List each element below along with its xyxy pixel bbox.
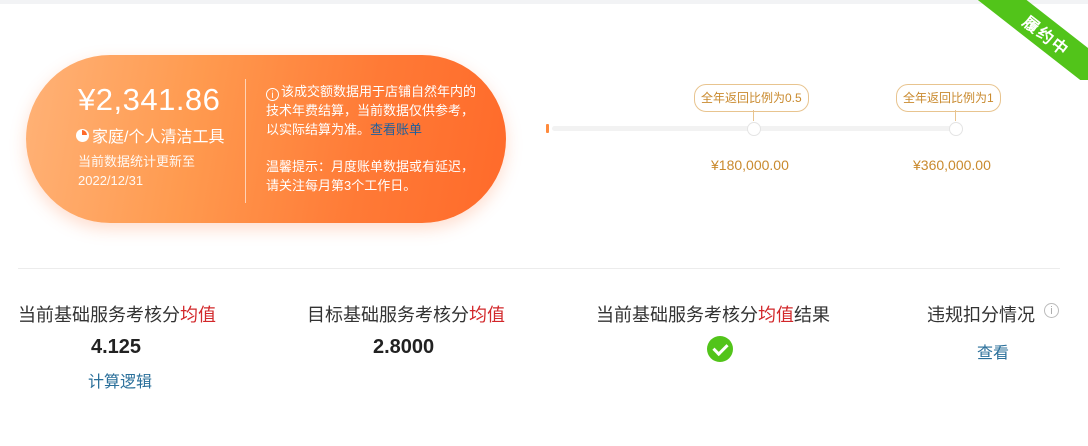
info-icon: i [266, 88, 279, 101]
status-ribbon-label: 履约中 [1018, 13, 1072, 61]
reminder-tip: 温馨提示：月度账单数据或有延迟，请关注每月第3个工作日。 [266, 159, 475, 193]
milestone-node-2 [949, 122, 963, 136]
calculation-logic-link[interactable]: 计算逻辑 [88, 368, 152, 392]
category-text: 家庭/个人清洁工具 [92, 129, 225, 146]
milestone-stem-1 [753, 110, 754, 121]
stat-update-note: 当前数据统计更新至2022/12/31 [78, 154, 196, 188]
avg-result-title: 当前基础服务考核分均值结果 [596, 305, 830, 325]
violation-title: 违规扣分情况 [927, 305, 1035, 325]
top-border [0, 0, 1088, 4]
section-divider [18, 268, 1060, 269]
notice-text: i 该成交额数据用于店铺自然年内的技术年费结算，当前数据仅供参考，以实际结算为准。… [266, 82, 476, 139]
progress-start-marker [546, 124, 549, 133]
milestone-stem-2 [955, 110, 956, 121]
target-avg-value: 2.8000 [373, 336, 435, 358]
milestone-amount-2: ¥360,000.00 [913, 157, 991, 173]
summary-card: ¥2,341.86 家庭/个人清洁工具 当前数据统计更新至2022/12/31 … [26, 55, 506, 223]
view-violation-link[interactable]: 查看 [977, 339, 1009, 363]
milestone-amount-1: ¥180,000.00 [711, 157, 789, 173]
current-avg-value: 4.125 [91, 336, 142, 358]
target-avg-title: 目标基础服务考核分均值 [307, 305, 505, 325]
current-avg-title: 当前基础服务考核分均值 [18, 305, 216, 325]
milestone-tag-2: 全年返回比例为1 [896, 84, 1001, 112]
transaction-amount: ¥2,341.86 [78, 82, 221, 117]
category-label: 家庭/个人清洁工具 [76, 123, 224, 147]
status-ribbon: 履约中 [978, 0, 1088, 80]
card-divider [245, 79, 246, 203]
check-circle-icon [707, 336, 733, 362]
view-bill-link[interactable]: 查看账单 [370, 122, 422, 137]
pie-chart-icon [76, 128, 89, 142]
violation-info-icon[interactable]: i [1044, 303, 1059, 318]
milestone-node-1 [747, 122, 761, 136]
milestone-tag-1: 全年返回比例为0.5 [694, 84, 809, 112]
